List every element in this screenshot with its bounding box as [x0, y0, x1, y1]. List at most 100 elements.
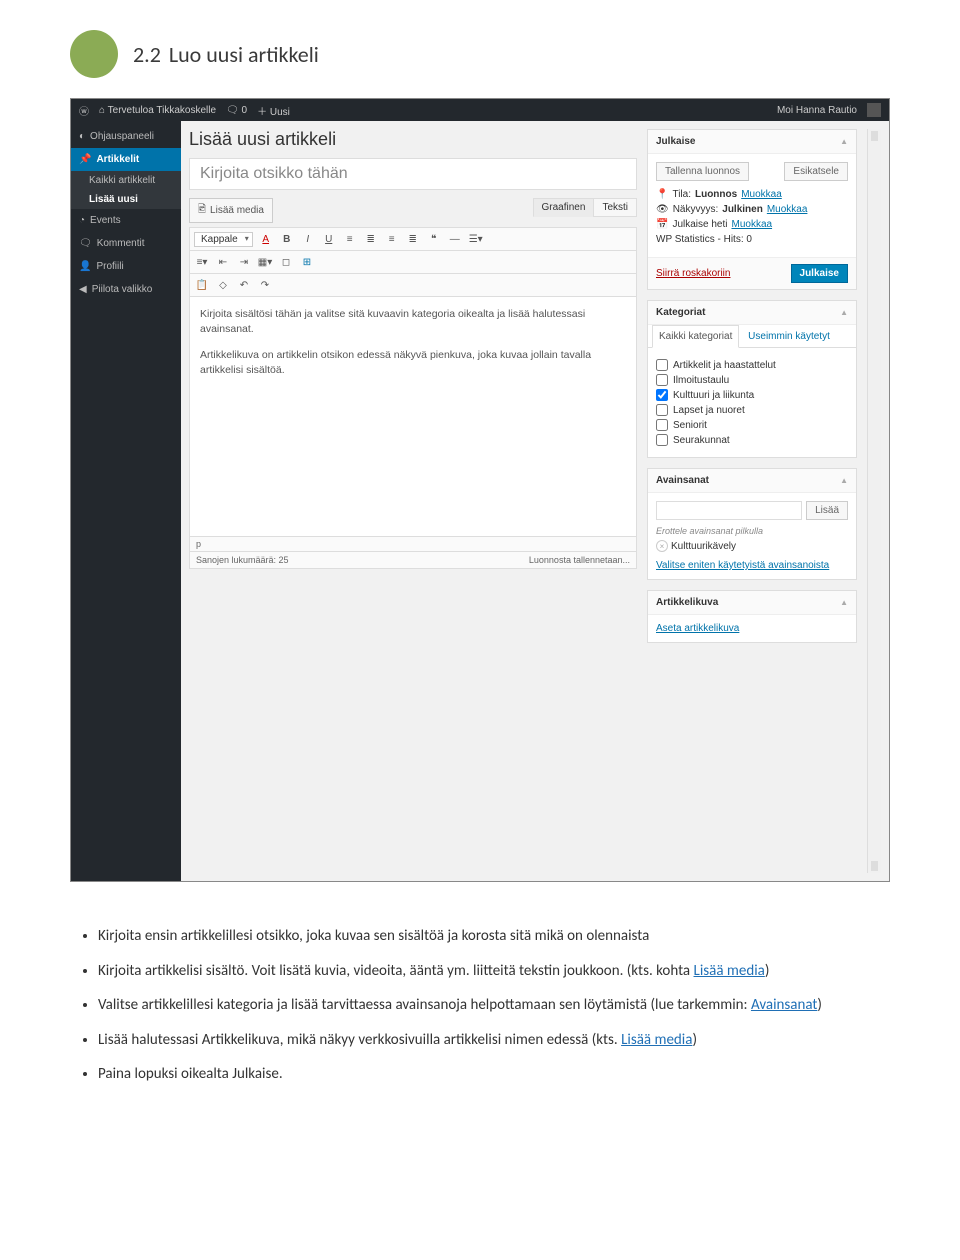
- remove-tag-icon[interactable]: ×: [656, 540, 668, 552]
- blockquote-button[interactable]: ❝: [426, 231, 442, 247]
- preview-button[interactable]: Esikatsele: [784, 162, 848, 181]
- category-checkbox[interactable]: [656, 374, 668, 386]
- category-item[interactable]: Seniorit: [656, 419, 848, 431]
- choose-popular-tags-link[interactable]: Valitse eniten käytetyistä avainsanoista: [656, 560, 829, 571]
- toolbar-new[interactable]: ＋ Uusi: [257, 103, 290, 118]
- save-draft-button[interactable]: Tallenna luonnos: [656, 162, 749, 181]
- submenu-add-new[interactable]: Lisää uusi: [71, 190, 181, 209]
- indent-button[interactable]: ⇥: [236, 254, 252, 270]
- panel-toggle-icon[interactable]: ▲: [840, 137, 848, 146]
- clear-button[interactable]: ◇: [215, 277, 231, 293]
- list-text: ): [692, 1031, 697, 1049]
- category-label: Seurakunnat: [673, 435, 730, 446]
- edit-visibility-link[interactable]: Muokkaa: [767, 204, 808, 215]
- paste-button[interactable]: 📋: [194, 277, 210, 293]
- panel-toggle-icon[interactable]: ▲: [840, 476, 848, 485]
- bullist-button[interactable]: ☰▾: [468, 231, 484, 247]
- bookmark-button[interactable]: ◻: [278, 254, 294, 270]
- menu-profile-label: Profiili: [96, 261, 123, 272]
- outdent-button[interactable]: ⇤: [215, 254, 231, 270]
- category-label: Artikkelit ja haastattelut: [673, 360, 776, 371]
- category-label: Lapset ja nuoret: [673, 405, 745, 416]
- post-title-input[interactable]: Kirjoita otsikko tähän: [189, 158, 637, 190]
- more-button[interactable]: ⊞: [299, 254, 315, 270]
- list-text: Valitse artikkelillesi kategoria ja lisä…: [98, 996, 751, 1014]
- scrollbar[interactable]: [867, 129, 881, 873]
- category-item[interactable]: Lapset ja nuoret: [656, 404, 848, 416]
- tab-visual[interactable]: Graafinen: [533, 198, 595, 217]
- tab-all-categories[interactable]: Kaikki kategoriat: [652, 325, 739, 348]
- tags-panel: Avainsanat▲ Lisää Erottele avainsanat pi…: [647, 468, 857, 580]
- menu-posts[interactable]: 📌Artikkelit: [71, 148, 181, 171]
- undo-button[interactable]: ↶: [236, 277, 252, 293]
- avatar-icon[interactable]: [867, 103, 881, 117]
- category-checkbox[interactable]: [656, 434, 668, 446]
- add-tag-button[interactable]: Lisää: [806, 501, 848, 520]
- set-featured-image-link[interactable]: Aseta artikkelikuva: [656, 623, 739, 634]
- tag-chip: ×Kulttuurikävely: [656, 540, 736, 552]
- bold-button[interactable]: B: [279, 231, 295, 247]
- textcolor-button[interactable]: A: [258, 231, 274, 247]
- category-checkbox[interactable]: [656, 359, 668, 371]
- featured-image-panel: Artikkelikuva▲ Aseta artikkelikuva: [647, 590, 857, 643]
- category-checkbox[interactable]: [656, 419, 668, 431]
- pin-icon: 📌: [79, 154, 91, 165]
- site-name: Tervetuloa Tikkakoskelle: [108, 105, 216, 116]
- menu-dashboard[interactable]: ◐Ohjauspaneeli: [71, 125, 181, 148]
- menu-comments[interactable]: 🗨Kommentit: [71, 232, 181, 255]
- underline-button[interactable]: U: [321, 231, 337, 247]
- edit-schedule-link[interactable]: Muokkaa: [731, 219, 772, 230]
- submenu-all-posts[interactable]: Kaikki artikkelit: [71, 171, 181, 190]
- user-icon: 👤: [79, 261, 91, 272]
- editor-body[interactable]: Kirjoita sisältösi tähän ja valitse sitä…: [189, 297, 637, 537]
- wp-stats: WP Statistics - Hits: 0: [656, 234, 848, 245]
- doc-link-add-media-2[interactable]: Lisää media: [621, 1031, 692, 1049]
- format-select[interactable]: Kappale: [194, 232, 253, 247]
- add-media-button[interactable]: 🖻Lisää media: [189, 198, 273, 223]
- category-item[interactable]: Artikkelit ja haastattelut: [656, 359, 848, 371]
- menu-profile[interactable]: 👤 Profiili: [71, 255, 181, 278]
- alignleft-button[interactable]: ≡: [342, 231, 358, 247]
- aligncenter-button[interactable]: ≣: [363, 231, 379, 247]
- wp-logo-icon[interactable]: ⓦ: [79, 103, 89, 118]
- new-label: Uusi: [270, 107, 290, 118]
- numlist-button[interactable]: ≡▾: [194, 254, 210, 270]
- panel-toggle-icon[interactable]: ▲: [840, 598, 848, 607]
- tags-input[interactable]: [656, 501, 802, 520]
- toolbar-greeting[interactable]: Moi Hanna Rautio: [777, 105, 857, 116]
- italic-button[interactable]: I: [300, 231, 316, 247]
- redo-button[interactable]: ↷: [257, 277, 273, 293]
- publish-button[interactable]: Julkaise: [791, 264, 848, 283]
- category-checkbox[interactable]: [656, 389, 668, 401]
- category-item[interactable]: Kulttuuri ja liikunta: [656, 389, 848, 401]
- site-home-link[interactable]: ⌂ Tervetuloa Tikkakoskelle: [99, 105, 216, 116]
- menu-events[interactable]: ◔Events: [71, 209, 181, 232]
- menu-dashboard-label: Ohjauspaneeli: [90, 131, 154, 142]
- editor-path: p: [189, 537, 637, 552]
- menu-collapse[interactable]: ◀Piilota valikko: [71, 278, 181, 301]
- toolbar-comments[interactable]: 🗨 0: [226, 105, 247, 116]
- admin-sidebar: ◐Ohjauspaneeli 📌Artikkelit Kaikki artikk…: [71, 121, 181, 881]
- schedule-label: Julkaise heti: [672, 219, 727, 230]
- alignjustify-button[interactable]: ≣: [405, 231, 421, 247]
- tab-text[interactable]: Teksti: [593, 198, 637, 217]
- edit-status-link[interactable]: Muokkaa: [741, 189, 782, 200]
- category-item[interactable]: Seurakunnat: [656, 434, 848, 446]
- panel-toggle-icon[interactable]: ▲: [840, 308, 848, 317]
- status-value: Luonnos: [695, 189, 737, 200]
- list-text: ): [765, 962, 770, 980]
- doc-link-add-media[interactable]: Lisää media: [694, 962, 765, 980]
- move-to-trash-link[interactable]: Siirrä roskakoriin: [656, 268, 730, 279]
- hr-button[interactable]: —: [447, 231, 463, 247]
- alignright-button[interactable]: ≡: [384, 231, 400, 247]
- category-checkbox[interactable]: [656, 404, 668, 416]
- tab-most-used[interactable]: Useimmin käytetyt: [742, 326, 836, 347]
- editor-status-bar: Sanojen lukumäärä: 25 Luonnosta tallenne…: [189, 552, 637, 569]
- category-item[interactable]: Ilmoitustaulu: [656, 374, 848, 386]
- publish-panel: Julkaise▲ Tallenna luonnos Esikatsele 📍T…: [647, 129, 857, 290]
- tags-heading: Avainsanat: [656, 475, 709, 486]
- visibility-value: Julkinen: [722, 204, 763, 215]
- editor-toolbar-row1: Kappale A B I U ≡ ≣ ≡ ≣ ❝ — ☰▾: [189, 227, 637, 251]
- doc-link-keywords[interactable]: Avainsanat: [751, 996, 817, 1014]
- table-button[interactable]: ▦▾: [257, 254, 273, 270]
